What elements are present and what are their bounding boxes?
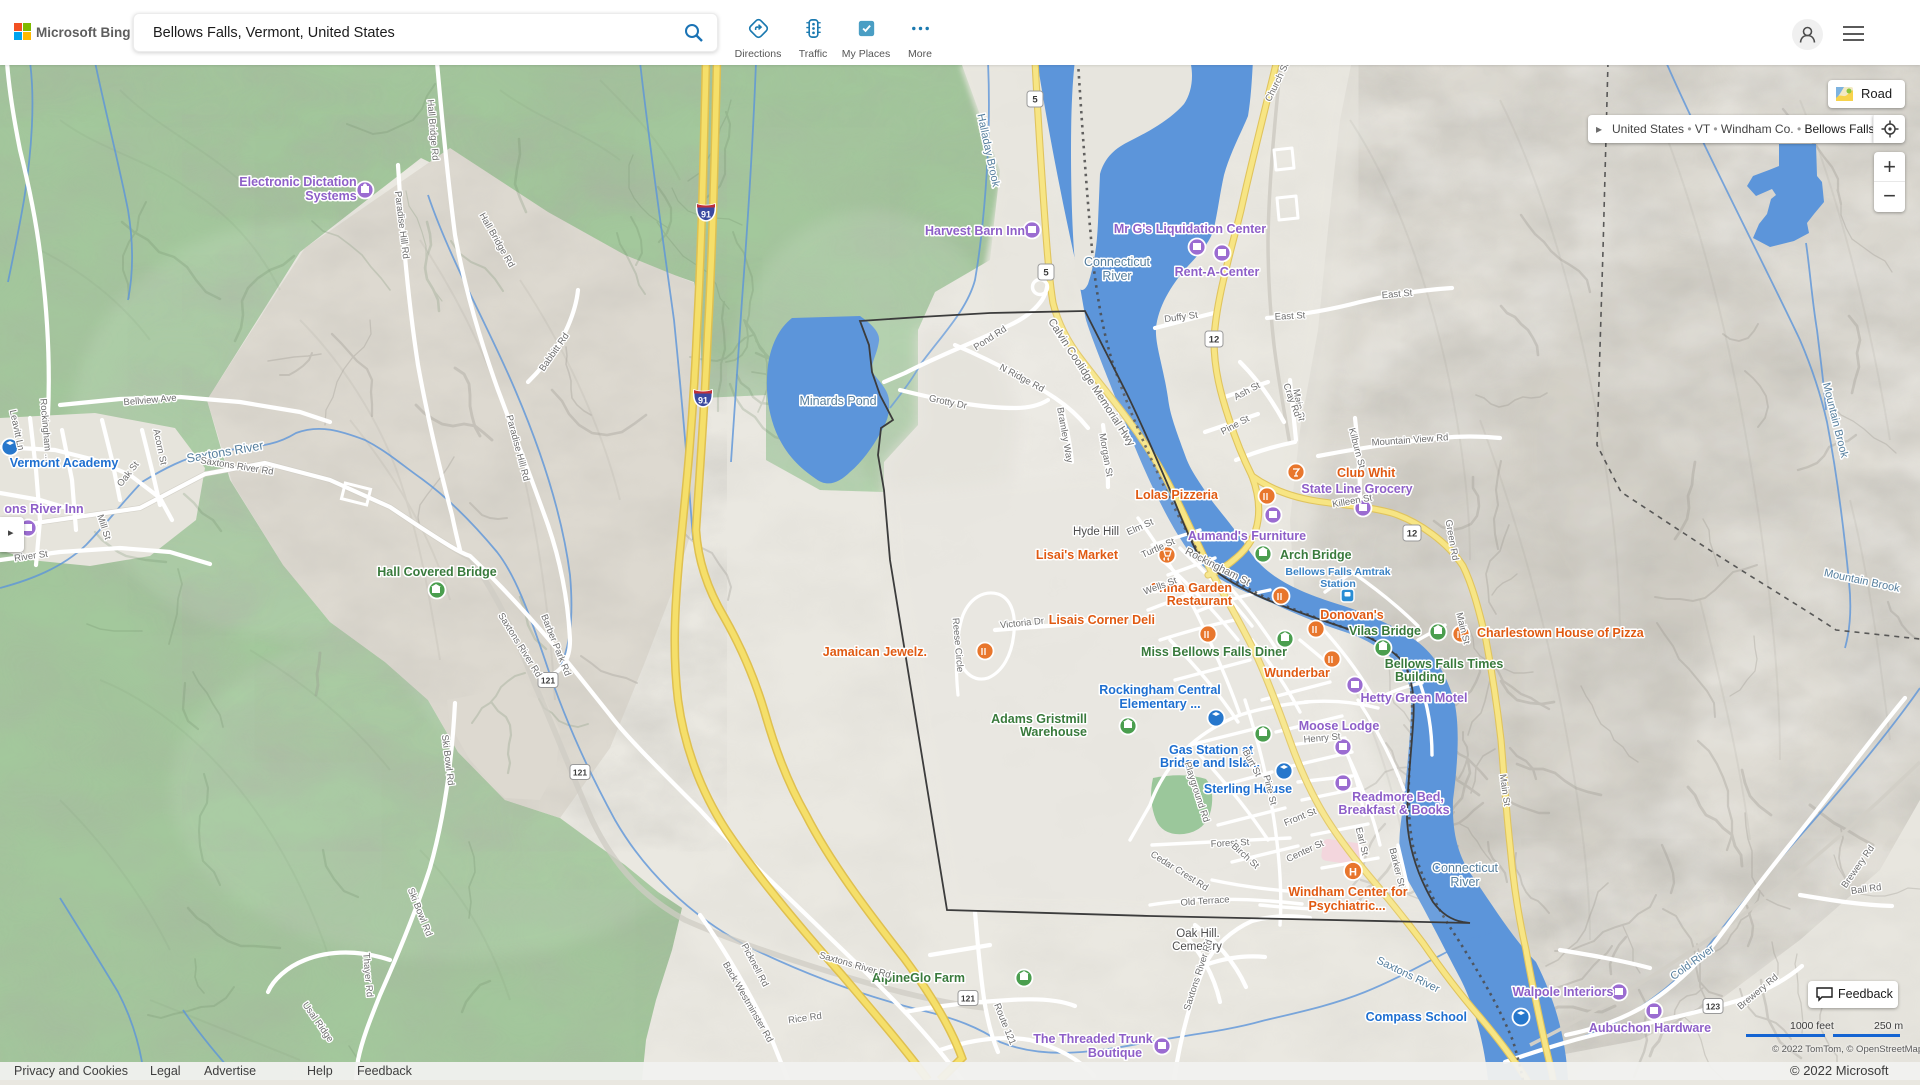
svg-text:Charlestown House of Pizza: Charlestown House of Pizza bbox=[1477, 626, 1645, 640]
svg-text:Warehouse: Warehouse bbox=[1020, 725, 1087, 739]
svg-text:East St: East St bbox=[1274, 310, 1306, 323]
svg-text:Lolas Pizzeria: Lolas Pizzeria bbox=[1135, 488, 1219, 502]
svg-text:Station: Station bbox=[1320, 578, 1356, 590]
svg-text:Jamaican Jewelz.: Jamaican Jewelz. bbox=[823, 645, 927, 659]
svg-text:Lisai's Market: Lisai's Market bbox=[1036, 548, 1119, 562]
svg-text:Lisais Corner Deli: Lisais Corner Deli bbox=[1049, 613, 1155, 627]
svg-text:Club Whit: Club Whit bbox=[1337, 466, 1396, 480]
svg-text:91: 91 bbox=[698, 396, 708, 406]
svg-text:91: 91 bbox=[701, 210, 711, 220]
svg-text:Bellows Falls Amtrak: Bellows Falls Amtrak bbox=[1285, 566, 1390, 578]
svg-text:Connecticut: Connecticut bbox=[1432, 861, 1499, 875]
svg-text:Readmore Bed,: Readmore Bed, bbox=[1352, 790, 1444, 804]
svg-text:Arch Bridge: Arch Bridge bbox=[1280, 548, 1352, 562]
svg-text:5: 5 bbox=[1043, 268, 1049, 279]
svg-text:Vilas Bridge: Vilas Bridge bbox=[1349, 624, 1421, 638]
svg-text:Windham Center for: Windham Center for bbox=[1288, 885, 1407, 899]
svg-text:Hetty Green Motel: Hetty Green Motel bbox=[1361, 691, 1468, 705]
svg-text:Miss Bellows Falls Diner: Miss Bellows Falls Diner bbox=[1141, 645, 1287, 659]
svg-text:ons River Inn: ons River Inn bbox=[4, 502, 83, 516]
svg-text:The Threaded Trunk: The Threaded Trunk bbox=[1033, 1032, 1153, 1046]
svg-text:Aubuchon Hardware: Aubuchon Hardware bbox=[1589, 1021, 1711, 1035]
svg-text:Rockingham Central: Rockingham Central bbox=[1099, 683, 1221, 697]
svg-text:Rent-A-Center: Rent-A-Center bbox=[1175, 265, 1260, 279]
svg-text:Elementary ...: Elementary ... bbox=[1119, 697, 1200, 711]
svg-text:Breakfast & Books: Breakfast & Books bbox=[1338, 803, 1449, 817]
svg-text:Mr G's Liquidation Center: Mr G's Liquidation Center bbox=[1114, 222, 1266, 236]
svg-text:Donovan's: Donovan's bbox=[1320, 608, 1383, 622]
svg-text:121: 121 bbox=[573, 768, 587, 778]
svg-text:5: 5 bbox=[1032, 95, 1038, 106]
svg-text:Aumand's Furniture: Aumand's Furniture bbox=[1188, 529, 1306, 543]
svg-text:121: 121 bbox=[961, 994, 975, 1004]
svg-text:Compass School: Compass School bbox=[1366, 1010, 1467, 1024]
svg-text:123: 123 bbox=[1706, 1002, 1720, 1012]
svg-text:Oak Hill.: Oak Hill. bbox=[1176, 928, 1219, 940]
svg-text:Minards Pond: Minards Pond bbox=[799, 394, 876, 408]
svg-text:Psychiatric...: Psychiatric... bbox=[1308, 899, 1385, 913]
svg-text:Vermont Academy: Vermont Academy bbox=[10, 456, 119, 470]
svg-text:Wunderbar: Wunderbar bbox=[1264, 666, 1330, 680]
svg-text:Boutique: Boutique bbox=[1088, 1046, 1142, 1060]
svg-text:Walpole Interiors: Walpole Interiors bbox=[1513, 985, 1614, 999]
svg-text:River: River bbox=[1102, 269, 1131, 283]
svg-text:River: River bbox=[1450, 875, 1479, 889]
svg-text:Harvest Barn Inn: Harvest Barn Inn bbox=[925, 224, 1025, 238]
svg-text:Hall Covered Bridge: Hall Covered Bridge bbox=[377, 565, 497, 579]
svg-text:Hyde Hill: Hyde Hill bbox=[1073, 526, 1119, 538]
svg-text:Adams Gristmill: Adams Gristmill bbox=[991, 712, 1087, 726]
svg-text:Sterling House: Sterling House bbox=[1204, 782, 1292, 796]
svg-text:121: 121 bbox=[541, 676, 555, 686]
svg-text:Restaurant: Restaurant bbox=[1167, 594, 1233, 608]
svg-text:12: 12 bbox=[1209, 335, 1220, 346]
svg-text:Bellows Falls Times: Bellows Falls Times bbox=[1385, 657, 1504, 671]
svg-text:Electronic Dictation: Electronic Dictation bbox=[239, 175, 356, 189]
svg-text:H: H bbox=[1349, 867, 1357, 879]
svg-text:12: 12 bbox=[1407, 529, 1418, 540]
svg-text:Connecticut: Connecticut bbox=[1084, 255, 1151, 269]
svg-text:Systems: Systems bbox=[305, 189, 356, 203]
svg-text:State Line Grocery: State Line Grocery bbox=[1301, 482, 1412, 496]
svg-text:Building: Building bbox=[1395, 670, 1445, 684]
